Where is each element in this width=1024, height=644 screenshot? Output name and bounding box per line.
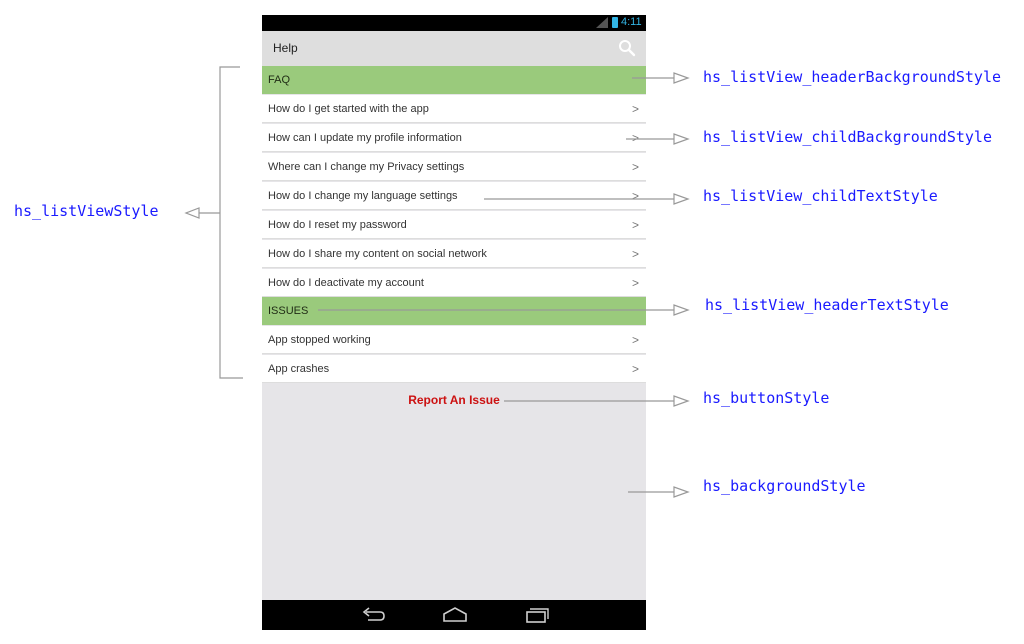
child-bg-arrowhead (673, 133, 690, 145)
child-text-arrowhead (673, 193, 690, 205)
callout-child-background-style: hs_listView_childBackgroundStyle (703, 128, 992, 146)
list-style-arrowhead (184, 207, 200, 219)
background-arrowhead (673, 486, 690, 498)
header-bg-arrowhead (673, 72, 690, 84)
callout-button-style: hs_buttonStyle (703, 389, 830, 407)
header-text-arrowhead (673, 304, 690, 316)
callout-list-view-style: hs_listViewStyle (14, 202, 159, 220)
callout-header-background-style: hs_listView_headerBackgroundStyle (703, 68, 1002, 86)
callout-child-text-style: hs_listView_childTextStyle (703, 187, 938, 205)
callout-background-style: hs_backgroundStyle (703, 477, 866, 495)
button-arrowhead (673, 395, 690, 407)
callout-header-text-style: hs_listView_headerTextStyle (705, 296, 949, 314)
list-bracket (219, 66, 243, 379)
annotation-overlay (184, 66, 690, 498)
